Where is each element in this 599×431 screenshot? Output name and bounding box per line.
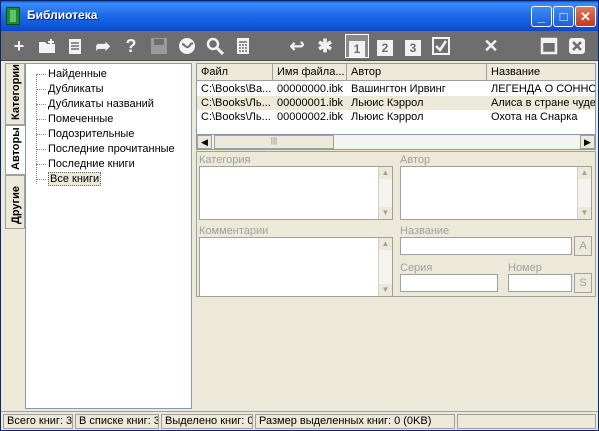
maximize-button[interactable]: □ bbox=[553, 6, 574, 27]
side-tabs: Категории Авторы Другие bbox=[5, 63, 25, 403]
status-selected-books: Выделено книг: 0 bbox=[161, 414, 253, 429]
delete-icon[interactable]: ✕ bbox=[479, 34, 503, 58]
cell-title: Охота на Снарка bbox=[491, 111, 578, 123]
close-panel-icon[interactable] bbox=[565, 34, 589, 58]
tab-2-label: 2 bbox=[377, 40, 393, 56]
book-icon bbox=[6, 7, 20, 25]
toolbar: + ➦ ? ↩ ✱ 1 2 3 ✕ bbox=[1, 31, 598, 61]
tab-1-label: 1 bbox=[349, 41, 365, 57]
cell-title: Алиса в стране чудес bbox=[491, 97, 596, 109]
category-field[interactable]: ▲ ▼ bbox=[199, 166, 393, 220]
help-icon[interactable]: ? bbox=[119, 34, 143, 58]
tab-categories[interactable]: Категории bbox=[5, 63, 25, 125]
cell-filename: 00000000.ibk bbox=[277, 83, 344, 95]
tab-3-button[interactable]: 3 bbox=[401, 34, 425, 58]
tab-other-label: Другие bbox=[10, 186, 22, 224]
empty-panel bbox=[196, 297, 596, 409]
title-label: Название bbox=[400, 225, 450, 237]
scroll-down-icon[interactable]: ▼ bbox=[379, 207, 392, 219]
number-field[interactable] bbox=[508, 274, 572, 292]
tab-2-button[interactable]: 2 bbox=[373, 34, 397, 58]
tree-item-duplicates[interactable]: Дубликаты bbox=[26, 82, 186, 97]
asterisk-icon[interactable]: ✱ bbox=[313, 34, 337, 58]
globe-icon[interactable] bbox=[175, 34, 199, 58]
column-header-filename[interactable]: Имя файла... bbox=[273, 64, 347, 81]
number-label: Номер bbox=[508, 262, 542, 274]
tab-3-label: 3 bbox=[405, 40, 421, 56]
comments-label: Комментарии bbox=[199, 225, 269, 237]
cell-file: C:\Books\Ль... bbox=[201, 97, 271, 109]
scroll-down-icon[interactable]: ▼ bbox=[578, 207, 591, 219]
main-window: Библиотека _ □ ✕ + ➦ ? ↩ ✱ 1 2 3 ✕ Катег… bbox=[0, 0, 599, 431]
author-scrollbar[interactable]: ▲ ▼ bbox=[577, 167, 591, 219]
checkbox-icon[interactable] bbox=[429, 34, 453, 58]
save-icon[interactable] bbox=[147, 34, 171, 58]
author-label: Автор bbox=[400, 154, 431, 166]
title-bar[interactable]: Библиотека _ □ ✕ bbox=[1, 1, 598, 31]
scroll-left-button[interactable]: ◀ bbox=[197, 135, 212, 149]
add-icon[interactable]: + bbox=[7, 34, 31, 58]
cell-file: C:\Books\Ль... bbox=[201, 111, 271, 123]
restore-panel-icon[interactable] bbox=[537, 34, 561, 58]
column-header-author[interactable]: Автор bbox=[347, 64, 487, 81]
tree-item-marked[interactable]: Помеченные bbox=[26, 112, 186, 127]
add-folder-icon[interactable] bbox=[35, 34, 59, 58]
category-scrollbar[interactable]: ▲ ▼ bbox=[378, 167, 392, 219]
title-edit-button[interactable]: A bbox=[574, 236, 592, 256]
comments-scrollbar[interactable]: ▲ ▼ bbox=[378, 238, 392, 296]
minimize-button[interactable]: _ bbox=[531, 6, 552, 27]
status-books-in-list: В списке книг: 3 bbox=[75, 414, 159, 429]
tab-other[interactable]: Другие bbox=[5, 175, 25, 229]
scroll-thumb[interactable]: ||| bbox=[214, 135, 334, 149]
cell-filename: 00000002.ibk bbox=[277, 111, 344, 123]
cell-author: Льюис Кэррол bbox=[351, 111, 424, 123]
forward-icon[interactable]: ➦ bbox=[91, 34, 115, 58]
close-button[interactable]: ✕ bbox=[575, 6, 596, 27]
properties-icon[interactable] bbox=[63, 34, 87, 58]
series-field[interactable] bbox=[400, 274, 498, 292]
column-header-file[interactable]: Файл bbox=[197, 64, 273, 81]
scroll-right-button[interactable]: ▶ bbox=[580, 135, 595, 149]
scroll-down-icon[interactable]: ▼ bbox=[379, 284, 392, 296]
calculator-icon[interactable] bbox=[231, 34, 255, 58]
cell-file: C:\Books\Ва... bbox=[201, 83, 272, 95]
tab-authors-label: Авторы bbox=[10, 127, 22, 170]
scroll-up-icon[interactable]: ▲ bbox=[379, 167, 392, 179]
book-details-panel: Категория ▲ ▼ Автор ▲ ▼ Комментарии ▲ ▼ … bbox=[196, 151, 596, 297]
search-icon[interactable] bbox=[203, 34, 227, 58]
tree-item-found[interactable]: Найденные bbox=[26, 67, 186, 82]
tree-item-recent-books[interactable]: Последние книги bbox=[26, 157, 186, 172]
tab-1-button[interactable]: 1 bbox=[345, 34, 369, 58]
title-field[interactable] bbox=[400, 237, 572, 255]
comments-field[interactable]: ▲ ▼ bbox=[199, 237, 393, 297]
back-arrow-icon[interactable]: ↩ bbox=[285, 34, 309, 58]
author-field[interactable]: ▲ ▼ bbox=[400, 166, 592, 220]
cell-author: Льюис Кэррол bbox=[351, 97, 424, 109]
series-edit-button[interactable]: S bbox=[574, 273, 592, 293]
status-selected-size: Размер выделенных книг: 0 (0KB) bbox=[255, 414, 455, 429]
cell-filename: 00000001.ibk bbox=[277, 97, 344, 109]
window-title: Библиотека bbox=[27, 8, 98, 22]
category-label: Категория bbox=[199, 154, 251, 166]
column-header-title[interactable]: Название bbox=[487, 64, 595, 81]
tree-item-suspicious[interactable]: Подозрительные bbox=[26, 127, 186, 142]
series-label: Серия bbox=[400, 262, 433, 274]
status-bar: Всего книг: 3 В списке книг: 3 Выделено … bbox=[1, 411, 598, 430]
tab-authors[interactable]: Авторы bbox=[5, 125, 25, 175]
grid-horizontal-scrollbar[interactable]: ◀ ||| ▶ bbox=[196, 134, 596, 150]
scroll-up-icon[interactable]: ▲ bbox=[578, 167, 591, 179]
status-total-books: Всего книг: 3 bbox=[3, 414, 73, 429]
tab-categories-label: Категории bbox=[10, 64, 22, 120]
tree-item-duplicate-titles[interactable]: Дубликаты названий bbox=[26, 97, 186, 112]
status-empty-panel bbox=[457, 414, 596, 429]
collections-tree[interactable]: Найденные Дубликаты Дубликаты названий П… bbox=[25, 63, 192, 409]
cell-title: ЛЕГЕНДА О СОННОЙ bbox=[491, 83, 596, 95]
cell-author: Вашингтон Ирвинг bbox=[351, 83, 446, 95]
tree-item-all-books[interactable]: Все книги bbox=[26, 172, 186, 187]
tree-item-recently-read[interactable]: Последние прочитанные bbox=[26, 142, 186, 157]
scroll-up-icon[interactable]: ▲ bbox=[379, 238, 392, 250]
